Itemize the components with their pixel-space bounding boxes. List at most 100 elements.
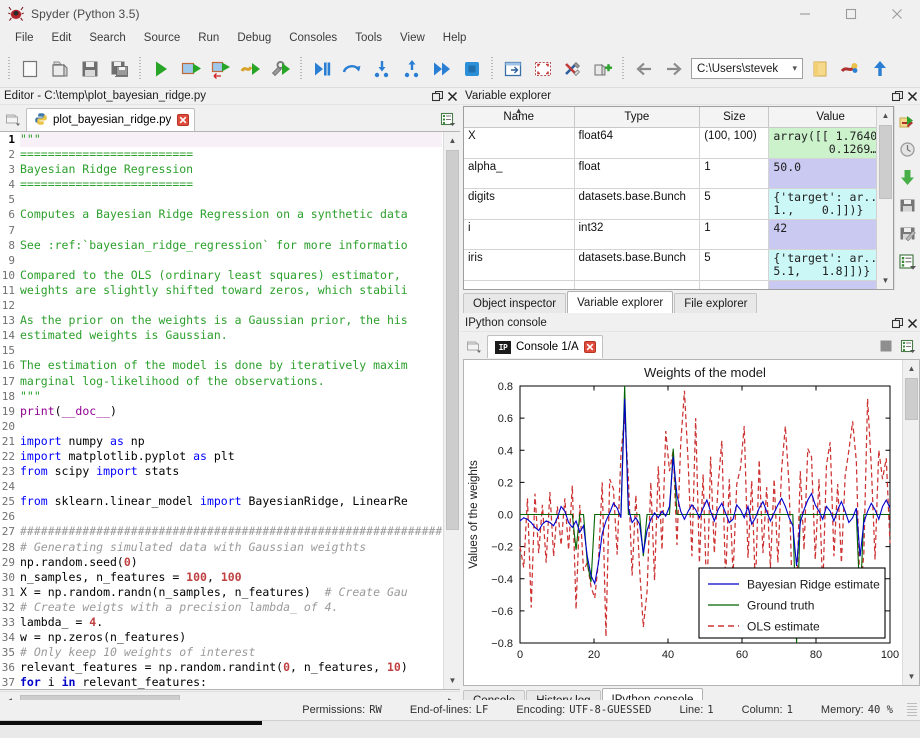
cell-variable-size[interactable] [699,280,770,289]
column-header-size[interactable]: Size [699,107,770,128]
configure-run-icon[interactable] [266,54,296,84]
code-line[interactable]: 36 relevant_features = np.random.randint(… [0,660,442,676]
menu-view[interactable]: View [391,29,434,49]
editor-options-menu-icon[interactable] [438,109,458,129]
variable-table-wrap[interactable]: ▲ Name Type Size Value Xfloat64 (100, 100… [463,106,894,290]
scroll-down-icon[interactable]: ▼ [903,668,919,685]
code-line[interactable]: 18 """ [0,388,442,404]
refresh-icon[interactable] [897,138,919,160]
cell-variable-value[interactable]: 42 [768,219,893,250]
code-line[interactable]: 27 ######################################… [0,524,442,540]
cell-variable-size[interactable]: (100, 100) [699,127,770,159]
console-scroll-thumb[interactable] [905,378,918,420]
code-line[interactable]: 1 """ [0,132,442,148]
cell-variable-value[interactable]: {'target': ar... 1., 0.]])} [768,188,893,220]
resize-grip[interactable] [907,703,917,717]
debug-continue-icon[interactable] [427,54,457,84]
cell-variable-value[interactable]: {'target': ar... 5.1, 1.8]])} [768,249,893,281]
console-close-icon[interactable] [905,318,920,329]
dock-tab-file-explorer[interactable]: File explorer [674,293,758,313]
editor-text-area[interactable]: 1 """ 2 ========================= 3 Bayesian … [0,131,460,690]
scroll-up-icon[interactable]: ▲ [877,107,893,124]
menu-search[interactable]: Search [80,29,134,49]
column-header-value[interactable]: Value [768,107,893,128]
code-line[interactable]: 13 As the prior on the weights is a Gauss… [0,313,442,329]
editor-scroll-thumb[interactable] [446,150,459,530]
code-line[interactable]: 11 weights are slightly shifted toward ze… [0,282,442,299]
editor-undock-icon[interactable] [430,90,445,102]
variable-explorer-undock-icon[interactable] [890,90,905,102]
table-row[interactable]: alpha_ float 1 50.0 [464,158,893,189]
close-button[interactable] [874,0,920,28]
table-row[interactable]: iris datasets.base.Bunch 5 {'target': ar...… [464,249,893,281]
scroll-down-icon[interactable]: ▼ [877,272,893,289]
code-line[interactable]: 12 [0,298,442,314]
menu-consoles[interactable]: Consoles [280,29,346,49]
cell-variable-name[interactable]: digits [464,188,575,220]
code-line[interactable]: 14 estimated weights is Gaussian. [0,328,442,344]
browse-tabs-icon[interactable] [0,107,26,131]
table-row[interactable] [464,280,893,289]
scroll-down-icon[interactable]: ▼ [444,672,460,689]
new-file-icon[interactable] [15,54,45,84]
options-menu-icon[interactable] [897,250,919,272]
code-line[interactable]: 30 n_samples, n_features = 100, 100 [0,569,442,585]
scroll-up-icon[interactable]: ▲ [903,360,919,377]
code-line[interactable]: 26 [0,509,442,525]
open-file-icon[interactable] [45,54,75,84]
code-line[interactable]: 34 w = np.zeros(n_features) [0,630,442,646]
cell-variable-size[interactable]: 5 [699,188,770,220]
console-vertical-scrollbar[interactable]: ▲ ▼ [902,360,919,685]
console-options-menu-icon[interactable] [898,336,918,356]
code-line[interactable]: 20 [0,418,442,434]
cell-variable-size[interactable]: 1 [699,219,770,250]
tab-close-icon[interactable] [584,341,597,354]
run-selection-icon[interactable] [236,54,266,84]
debug-step-return-icon[interactable] [397,54,427,84]
code-line[interactable]: 21 import numpy as np [0,433,442,449]
pythonpath-manager-icon[interactable] [588,54,618,84]
code-line[interactable]: 22 import matplotlib.pyplot as plt [0,448,442,465]
editor-close-icon[interactable] [445,91,460,102]
code-line[interactable]: 33 lambda_ = 4. [0,615,442,631]
table-row[interactable]: digits datasets.base.Bunch 5 {'target': ar.… [464,188,893,220]
code-line[interactable]: 24 [0,479,442,495]
code-line[interactable]: 7 [0,222,442,238]
cell-variable-type[interactable] [574,280,701,289]
run-file-icon[interactable] [146,54,176,84]
scroll-up-icon[interactable]: ▲ [444,132,460,149]
parent-directory-icon[interactable] [865,54,895,84]
cell-variable-type[interactable]: datasets.base.Bunch [574,249,701,281]
code-line[interactable]: 8 See :ref:`bayesian_ridge_regression` fo… [0,237,442,253]
maximize-button[interactable] [828,0,874,28]
forward-arrow-icon[interactable] [659,54,689,84]
browse-folder-icon[interactable] [805,54,835,84]
minimize-button[interactable] [782,0,828,28]
working-directory-combo[interactable]: C:\Users\stevek ▾ [691,58,803,79]
code-line[interactable]: 19 print(__doc__) [0,403,442,419]
cell-variable-name[interactable]: alpha_ [464,158,575,189]
console-undock-icon[interactable] [890,317,905,329]
editor-tab-plot-bayesian-ridge[interactable]: plot_bayesian_ridge.py [26,108,196,131]
cell-variable-name[interactable]: X [464,127,575,159]
code-line[interactable]: 29 np.random.seed(0) [0,554,442,570]
toolbar-grip-nav[interactable] [621,56,626,81]
menu-help[interactable]: Help [434,29,476,49]
console-output-area[interactable]: Weights of the model −0.8 −0.6 −0.4 −0.2 0.0 0… [463,359,920,686]
menu-edit[interactable]: Edit [43,29,81,49]
table-row[interactable]: i int32 1 42 [464,219,893,250]
cell-variable-type[interactable]: float [574,158,701,189]
debug-step-over-icon[interactable] [337,54,367,84]
save-file-icon[interactable] [75,54,105,84]
toolbar-grip-debug[interactable] [299,56,304,81]
code-line[interactable]: 28 # Generating simulated data with Gauss… [0,539,442,555]
cell-variable-type[interactable]: int32 [574,219,701,250]
tab-close-icon[interactable] [176,114,189,127]
run-cell-advance-icon[interactable] [206,54,236,84]
set-console-cwd-icon[interactable] [835,54,865,84]
cell-variable-name[interactable]: iris [464,249,575,281]
code-line[interactable]: 17 marginal log-likelihood of the observa… [0,373,442,389]
cell-variable-value[interactable] [768,280,893,289]
code-line[interactable]: 4 ========================= [0,177,442,193]
code-line[interactable]: 16 The estimation of the model is done by… [0,358,442,374]
